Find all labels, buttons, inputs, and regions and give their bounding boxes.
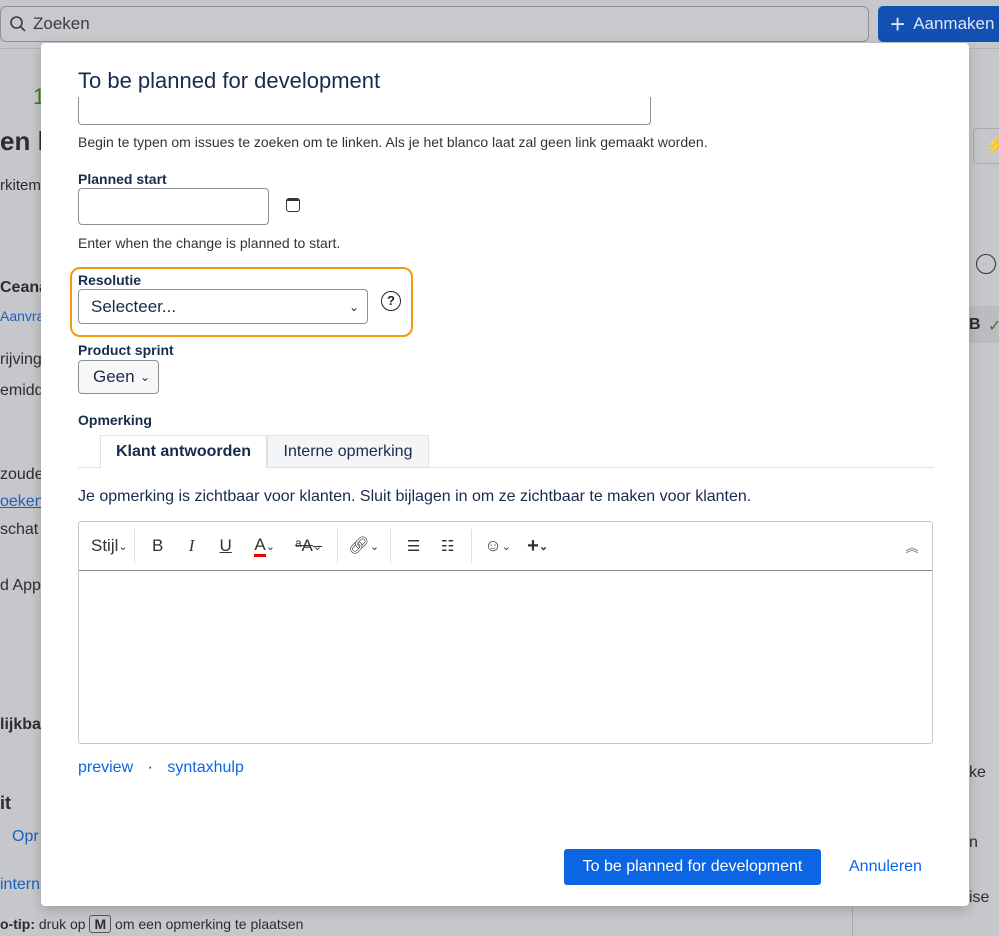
tip-text: om een opmerking te plaatsen: [115, 916, 304, 932]
resolutie-label: Resolutie: [78, 272, 142, 288]
visibility-note: Je opmerking is zichtbaar voor klanten. …: [78, 488, 752, 505]
dialog-title: To be planned for development: [78, 68, 381, 93]
italic-button[interactable]: I: [175, 530, 209, 562]
bg-text: rkitem: [0, 177, 41, 194]
preview-link[interactable]: preview: [78, 759, 133, 776]
comment-editor: Stijl ⌄ B I U A ⌄ ᵃA ⌄ 🔗︎ ⌄ ☰ ☷ ☺ ⌄ + ⌄ ︽: [78, 521, 933, 744]
comment-tabs: Klant antwoorden Interne opmerking: [78, 435, 934, 468]
create-label: Aanmaken: [913, 14, 995, 33]
resolutie-select[interactable]: Selecteer... ⌄: [78, 289, 368, 324]
bullet-list-icon: ☰: [406, 538, 421, 555]
cancel-link[interactable]: Annuleren: [849, 858, 922, 876]
plus-icon: +: [527, 534, 539, 557]
tip-prefix: o-tip:: [0, 916, 35, 932]
divider: [470, 529, 472, 563]
submit-button[interactable]: To be planned for development: [564, 849, 821, 885]
check-icon: ✓: [988, 318, 999, 335]
planned-start-label: Planned start: [78, 171, 167, 187]
link-help-text: Begin te typen om issues te zoeken om te…: [78, 134, 708, 150]
transition-dialog: To be planned for development Begin te t…: [41, 43, 969, 906]
editor-toolbar: Stijl ⌄ B I U A ⌄ ᵃA ⌄ 🔗︎ ⌄ ☰ ☷ ☺ ⌄ + ⌄ ︽: [79, 522, 932, 571]
bg-link[interactable]: intern: [0, 876, 40, 894]
chevron-down-icon: ⌄: [348, 299, 359, 314]
syntax-help-link[interactable]: syntaxhulp: [167, 759, 244, 776]
numbered-list-icon: ☷: [440, 538, 455, 555]
text-color-icon: A: [254, 535, 266, 557]
bg-text: d Appl: [0, 577, 45, 594]
divider: [336, 529, 338, 563]
text-color-button[interactable]: A ⌄: [243, 530, 287, 562]
automation-icon[interactable]: ⚡: [973, 128, 999, 164]
bold-button[interactable]: B: [141, 530, 175, 562]
numbered-list-button[interactable]: ☷: [431, 530, 465, 562]
bg-text: emidd: [0, 382, 44, 399]
bg-text: schat: [0, 521, 39, 538]
link-button[interactable]: 🔗︎ ⌄: [344, 530, 384, 562]
plus-icon: +: [890, 9, 906, 39]
product-sprint-label: Product sprint: [78, 342, 174, 358]
search-icon: [10, 16, 26, 32]
calendar-icon[interactable]: [286, 198, 300, 212]
tip-key: M: [89, 915, 112, 933]
clock-icon: [976, 254, 996, 274]
emoji-icon: ☺: [484, 536, 502, 555]
bg-link[interactable]: oeken: [0, 493, 44, 511]
product-sprint-value: Geen: [93, 367, 135, 386]
create-button[interactable]: + Aanmaken: [878, 6, 999, 42]
help-icon[interactable]: ?: [381, 291, 401, 311]
style-label: Stijl: [91, 536, 119, 555]
chevron-down-icon: ⌄: [139, 370, 150, 384]
opmerking-label: Opmerking: [78, 412, 152, 428]
bg-text: zoude: [0, 466, 44, 483]
underline-button[interactable]: U: [209, 530, 243, 562]
bg-text: n: [969, 834, 978, 851]
comment-textarea[interactable]: [79, 571, 932, 743]
tip-text: druk op: [38, 916, 86, 932]
bg-text: B: [969, 316, 981, 333]
search-input[interactable]: Zoeken: [0, 6, 869, 42]
bg-link[interactable]: Aanvra: [0, 308, 44, 324]
bg-text: ise: [969, 889, 990, 906]
resolutie-value: Selecteer...: [91, 296, 177, 316]
style-dropdown[interactable]: Stijl ⌄: [91, 530, 128, 562]
collapse-toolbar-button[interactable]: ︽: [892, 530, 932, 562]
product-sprint-select[interactable]: Geen ⌄: [78, 360, 159, 394]
bg-text: ke: [969, 764, 986, 781]
planned-start-help: Enter when the change is planned to star…: [78, 235, 341, 251]
emoji-button[interactable]: ☺ ⌄: [478, 530, 518, 562]
divider: [389, 529, 391, 563]
bg-tip: o-tip: druk op M om een opmerking te pla…: [0, 915, 304, 933]
insert-more-button[interactable]: + ⌄: [518, 530, 558, 562]
divider: [852, 906, 853, 936]
bg-text: rijving: [0, 351, 42, 368]
tab-klant-antwoorden[interactable]: Klant antwoorden: [100, 435, 267, 468]
tab-interne-opmerking[interactable]: Interne opmerking: [267, 435, 429, 467]
bg-tab[interactable]: Opr: [12, 828, 39, 846]
bullet-list-button[interactable]: ☰: [397, 530, 431, 562]
format-icon: ᵃA: [295, 536, 313, 555]
more-formatting-button[interactable]: ᵃA ⌄: [287, 530, 331, 562]
planned-start-input[interactable]: [78, 188, 269, 225]
divider: [133, 529, 135, 563]
editor-links: preview · syntaxhulp: [78, 759, 244, 777]
search-placeholder: Zoeken: [33, 14, 90, 33]
separator-dot: ·: [147, 759, 153, 776]
link-issue-input[interactable]: [78, 97, 651, 125]
bg-text: lijkba: [0, 716, 41, 733]
bg-heading: it: [0, 793, 11, 813]
link-icon: 🔗︎: [348, 536, 370, 555]
